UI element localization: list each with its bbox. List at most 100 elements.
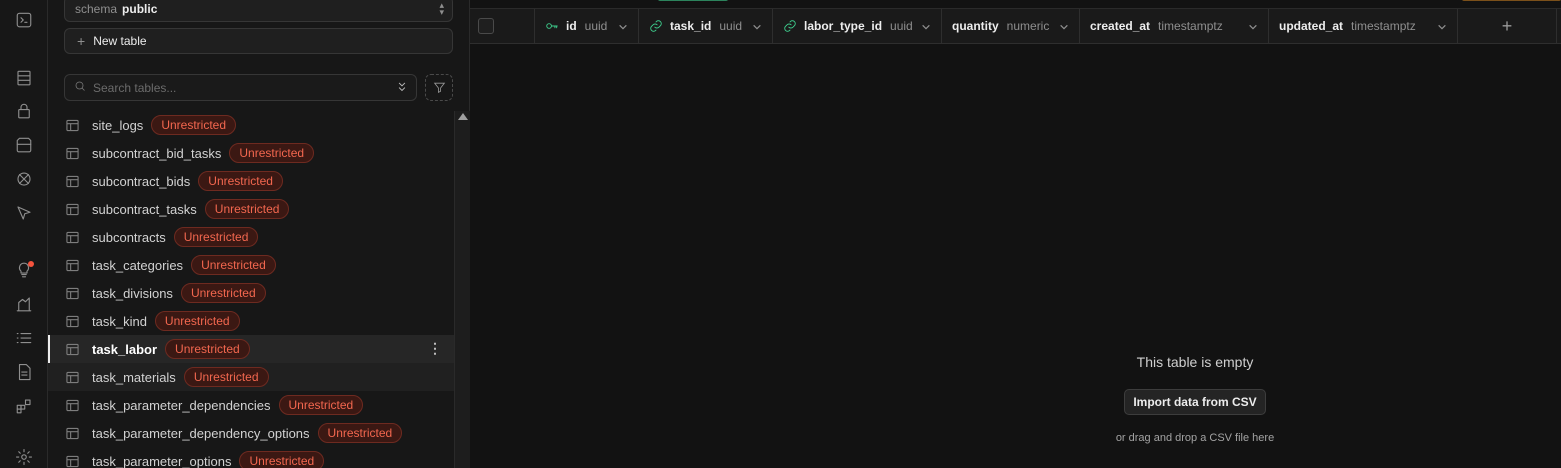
data-grid: id uuid task_id uuid labor_type_id uuid quanti… [470, 0, 1561, 468]
chevron-down-icon[interactable] [921, 21, 931, 35]
docs-icon[interactable] [14, 362, 34, 382]
table-name: task_divisions [92, 285, 173, 301]
sidebar-table-item[interactable]: task_parameter_dependencies Unrestricted [48, 391, 454, 419]
table-icon [66, 259, 79, 272]
column-header[interactable]: labor_type_id uuid [773, 9, 942, 43]
empty-state-hint: or drag and drop a CSV file here [1115, 432, 1275, 444]
new-table-button[interactable]: + New table [64, 28, 453, 54]
table-name: task_materials [92, 369, 176, 385]
sidebar-table-item[interactable]: subcontracts Unrestricted [48, 223, 454, 251]
sidebar-table-item[interactable]: subcontract_tasks Unrestricted [48, 195, 454, 223]
table-icon [66, 231, 79, 244]
rls-status-badge[interactable]: Unrestricted [239, 451, 325, 468]
chevron-down-icon[interactable] [1248, 21, 1258, 35]
lock-icon[interactable] [14, 101, 34, 121]
sidebar-table-item[interactable]: task_parameter_options Unrestricted [48, 447, 454, 468]
sidebar-table-item[interactable]: subcontract_bid_tasks Unrestricted [48, 139, 454, 167]
terminal-icon[interactable] [14, 10, 34, 30]
sidebar-table-item[interactable]: task_kind Unrestricted [48, 307, 454, 335]
activity-rail [0, 0, 48, 468]
chevron-down-icon[interactable] [1437, 21, 1447, 35]
sidebar-table-item[interactable]: task_labor Unrestricted ⋮ [48, 335, 454, 363]
toolbar-accent-green [658, 0, 728, 1]
logs-icon[interactable] [14, 328, 34, 348]
schema-value: public [122, 2, 158, 16]
search-tables-input[interactable] [93, 80, 383, 95]
sidebar-scrollbar[interactable] [454, 111, 470, 468]
column-header[interactable]: updated_at timestamptz [1269, 9, 1458, 43]
table-sidebar: schema public ▴▾ + New table site_logs Un… [48, 0, 470, 468]
column-type: numeric [1006, 19, 1050, 33]
schema-select[interactable]: schema public ▴ ▾ [64, 0, 453, 22]
grid-toolbar-edge [470, 0, 1561, 8]
collapse-all-icon[interactable] [395, 80, 409, 99]
table-name: subcontracts [92, 229, 166, 245]
column-type: timestamptz [1351, 19, 1416, 33]
table-name: task_parameter_dependency_options [92, 425, 310, 441]
rls-status-badge[interactable]: Unrestricted [317, 423, 403, 443]
filter-button[interactable] [425, 74, 453, 101]
select-all-checkbox[interactable] [478, 18, 494, 34]
settings-icon[interactable] [14, 447, 34, 467]
integrations-icon[interactable] [14, 396, 34, 416]
column-header[interactable]: task_id uuid [639, 9, 773, 43]
chevron-down-icon[interactable] [618, 21, 628, 35]
rls-status-badge[interactable]: Unrestricted [183, 367, 269, 387]
notification-dot [28, 261, 34, 267]
table-icon [66, 455, 79, 468]
chevron-down-icon[interactable] [752, 21, 762, 35]
rls-status-badge[interactable]: Unrestricted [180, 283, 266, 303]
table-name: subcontract_bids [92, 173, 191, 189]
select-all-cell [470, 9, 535, 43]
table-name: task_categories [92, 257, 184, 273]
more-options-icon[interactable]: ⋮ [428, 341, 442, 355]
rls-status-badge[interactable]: Unrestricted [204, 199, 290, 219]
scroll-up-arrow-icon[interactable] [458, 113, 468, 120]
chevron-down-icon[interactable] [1059, 21, 1069, 35]
sidebar-table-item[interactable]: task_parameter_dependency_options Unrestr… [48, 419, 454, 447]
column-name: quantity [952, 19, 999, 33]
table-name: task_kind [92, 313, 147, 329]
column-name: created_at [1090, 19, 1151, 33]
table-name: site_logs [92, 117, 144, 133]
sidebar-table-item[interactable]: subcontract_bids Unrestricted [48, 167, 454, 195]
column-header[interactable]: created_at timestamptz [1080, 9, 1269, 43]
rls-status-badge[interactable]: Unrestricted [191, 255, 276, 275]
column-name: updated_at [1279, 19, 1344, 33]
sidebar-table-item[interactable]: task_categories Unrestricted [48, 251, 454, 279]
chevron-up-down-icon: ▴ ▾ [439, 0, 444, 17]
table-icon [66, 315, 79, 328]
table-icon [66, 119, 79, 132]
rls-status-badge[interactable]: Unrestricted [229, 143, 315, 163]
rls-status-badge[interactable]: Unrestricted [165, 339, 250, 359]
rls-status-badge[interactable]: Unrestricted [151, 115, 236, 135]
advisor-icon[interactable] [14, 260, 34, 280]
rls-status-badge[interactable]: Unrestricted [173, 227, 259, 247]
column-name: id [566, 19, 577, 33]
column-type: uuid [890, 19, 913, 33]
table-name: subcontract_tasks [92, 201, 197, 217]
sidebar-table-item[interactable]: task_divisions Unrestricted [48, 279, 454, 307]
sidebar-table-item[interactable]: task_materials Unrestricted [48, 363, 454, 391]
table-name: task_parameter_dependencies [92, 397, 271, 413]
table-name: task_parameter_options [92, 453, 232, 468]
table-name: subcontract_bid_tasks [92, 145, 222, 161]
rls-status-badge[interactable]: Unrestricted [154, 311, 240, 331]
rls-status-badge[interactable]: Unrestricted [198, 171, 283, 191]
sidebar-table-item[interactable]: site_logs Unrestricted [48, 111, 454, 139]
column-header[interactable]: id uuid [535, 9, 639, 43]
storage-icon[interactable] [14, 135, 34, 155]
table-name: task_labor [92, 341, 158, 357]
table-icon [66, 399, 79, 412]
reports-icon[interactable] [14, 294, 34, 314]
search-icon [74, 79, 86, 97]
plus-icon: + [77, 33, 86, 49]
filter-icon [433, 82, 445, 94]
realtime-icon[interactable] [14, 169, 34, 189]
column-header[interactable]: quantity numeric [942, 9, 1080, 43]
pointer-icon[interactable] [14, 203, 34, 223]
add-column-button[interactable]: + [1458, 9, 1557, 43]
table-editor-icon[interactable] [14, 68, 34, 88]
import-csv-button[interactable]: Import data from CSV [1124, 389, 1266, 415]
rls-status-badge[interactable]: Unrestricted [278, 395, 364, 415]
